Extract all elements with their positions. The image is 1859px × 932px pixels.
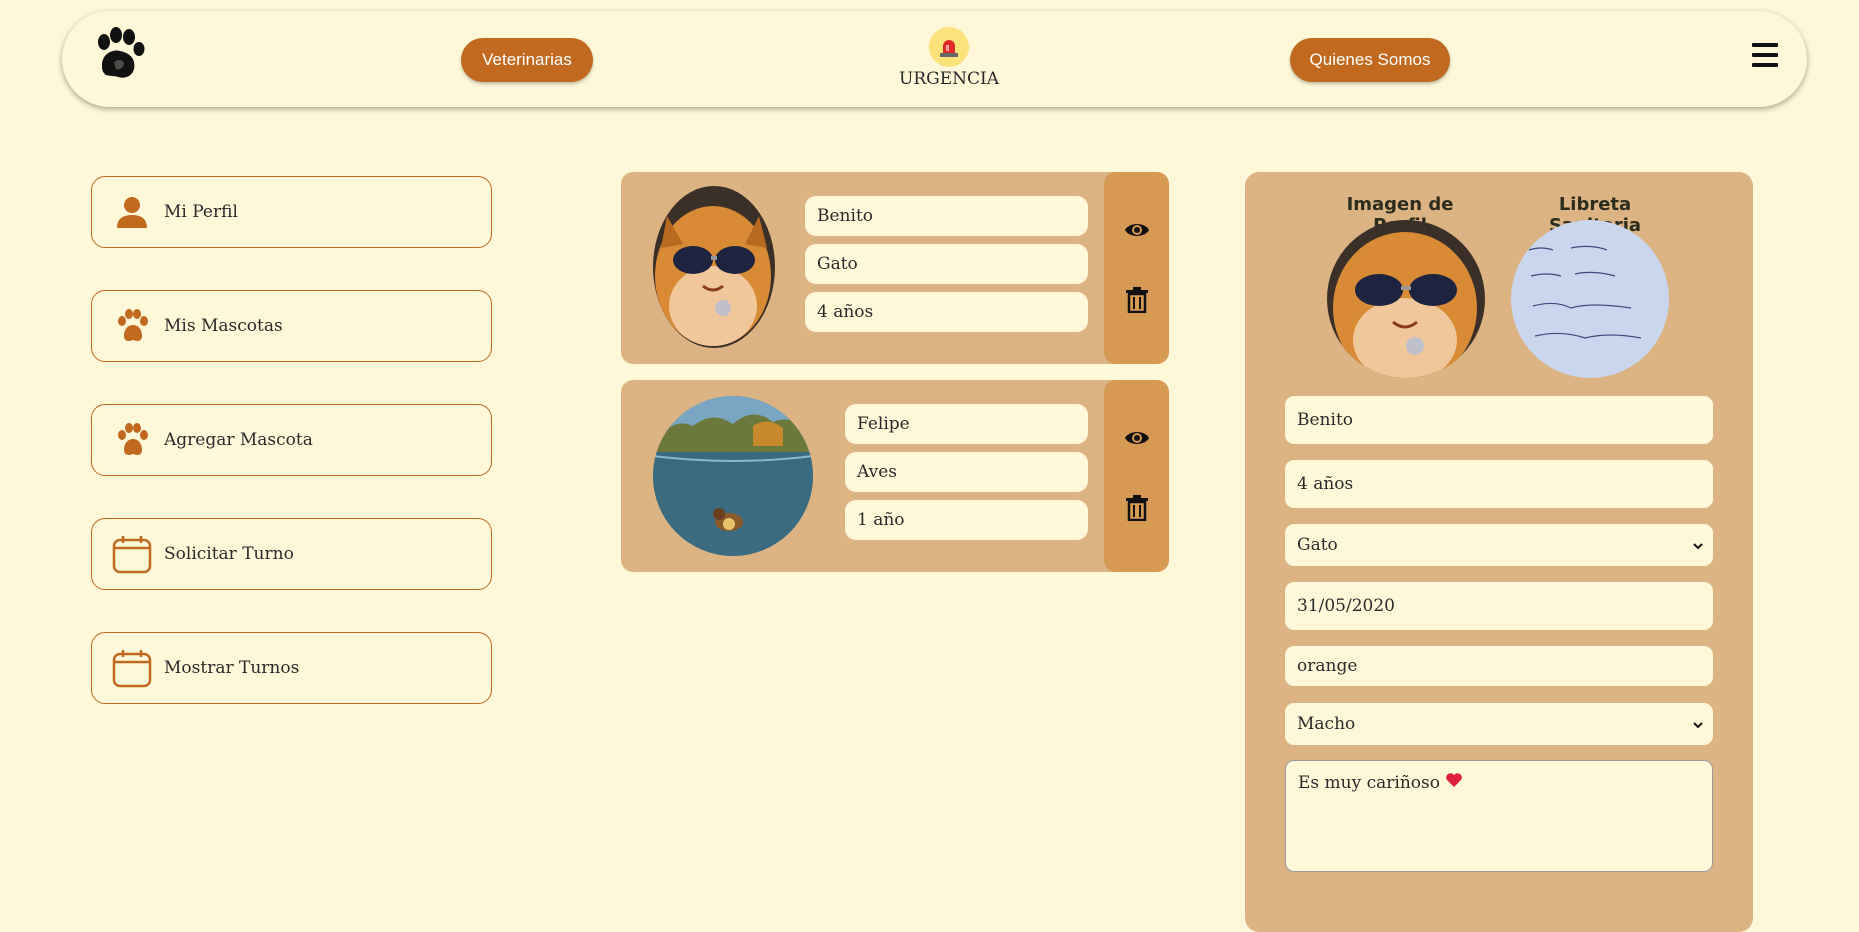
paw-icon: [112, 420, 152, 460]
selected-value: Gato: [1297, 535, 1338, 555]
menu-mi-perfil[interactable]: Mi Perfil: [91, 176, 492, 248]
eye-icon[interactable]: [1124, 217, 1150, 243]
detail-notes-textarea[interactable]: Es muy cariñoso: [1285, 760, 1713, 872]
trash-icon[interactable]: [1124, 287, 1150, 314]
detail-species-select[interactable]: Gato: [1285, 524, 1713, 566]
chevron-down-icon: [1693, 714, 1703, 734]
quienes-somos-button[interactable]: Quienes Somos: [1290, 38, 1450, 82]
pet-species-field: Aves: [845, 452, 1088, 492]
urgency-link[interactable]: URGENCIA: [894, 27, 1004, 89]
bird-photo: [653, 396, 813, 556]
hamburger-menu-icon[interactable]: [1752, 43, 1778, 71]
menu-label: Mi Perfil: [164, 202, 238, 222]
detail-name-input[interactable]: Benito: [1285, 396, 1713, 444]
eye-icon[interactable]: [1124, 425, 1150, 451]
menu-mostrar-turnos[interactable]: Mostrar Turnos: [91, 632, 492, 704]
menu-solicitar-turno[interactable]: Solicitar Turno: [91, 518, 492, 590]
menu-agregar-mascota[interactable]: Agregar Mascota: [91, 404, 492, 476]
notes-text: Es muy cariñoso: [1298, 773, 1440, 793]
chevron-down-icon: [1693, 535, 1703, 555]
pet-card-felipe: Felipe Aves 1 año: [621, 380, 1169, 572]
menu-label: Mis Mascotas: [164, 316, 283, 336]
detail-age-input[interactable]: 4 años: [1285, 460, 1713, 508]
veterinarias-button[interactable]: Veterinarias: [461, 38, 593, 82]
trash-icon[interactable]: [1124, 495, 1150, 522]
siren-icon: [929, 27, 969, 67]
menu-mis-mascotas[interactable]: Mis Mascotas: [91, 290, 492, 362]
cat-photo: [653, 186, 775, 348]
menu-label: Mostrar Turnos: [164, 658, 300, 678]
paw-icon: [112, 306, 152, 346]
pet-card-benito: Benito Gato 4 años: [621, 172, 1169, 364]
profile-image[interactable]: [1327, 220, 1485, 378]
menu-label: Solicitar Turno: [164, 544, 294, 564]
pet-species-field: Gato: [805, 244, 1088, 284]
calendar-icon: [112, 534, 152, 574]
user-icon: [112, 192, 152, 232]
pet-actions: [1104, 172, 1169, 364]
pet-name-field: Benito: [805, 196, 1088, 236]
detail-sex-select[interactable]: Macho: [1285, 703, 1713, 745]
urgency-label: URGENCIA: [899, 69, 999, 89]
pet-age-field: 1 año: [845, 500, 1088, 540]
detail-color-input[interactable]: orange: [1285, 646, 1713, 686]
pet-actions: [1104, 380, 1169, 572]
detail-birthdate-input[interactable]: 31/05/2020: [1285, 582, 1713, 630]
menu-label: Agregar Mascota: [164, 430, 313, 450]
calendar-icon: [112, 648, 152, 688]
pet-detail-panel: Imagen de Perfil Libreta Sanitaria Benit…: [1245, 172, 1753, 932]
selected-value: Macho: [1297, 714, 1356, 734]
heart-icon: [1446, 773, 1462, 793]
paw-logo-icon[interactable]: [90, 27, 146, 83]
health-book-image[interactable]: [1511, 220, 1669, 378]
pet-name-field: Felipe: [845, 404, 1088, 444]
navbar: Veterinarias URGENCIA Quienes Somos: [62, 11, 1807, 107]
pet-age-field: 4 años: [805, 292, 1088, 332]
